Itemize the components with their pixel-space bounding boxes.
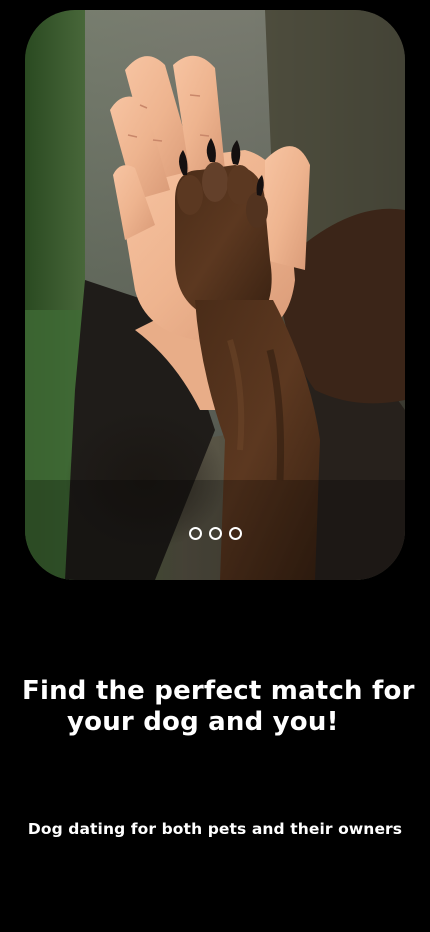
headline-line-2: your dog and you! bbox=[67, 707, 339, 737]
hero-image-card bbox=[25, 10, 405, 580]
subtitle: Dog dating for both pets and their owner… bbox=[27, 820, 403, 838]
carousel-dot-3[interactable] bbox=[228, 527, 242, 540]
carousel-dot-1[interactable] bbox=[188, 527, 202, 540]
hand-and-paw-photo bbox=[25, 10, 405, 580]
headline-line-1: Find the perfect match for bbox=[22, 676, 415, 706]
carousel-dot-2[interactable] bbox=[208, 527, 222, 540]
carousel-indicator bbox=[25, 527, 405, 540]
headline: Find the perfect match for your dog and … bbox=[0, 676, 430, 738]
